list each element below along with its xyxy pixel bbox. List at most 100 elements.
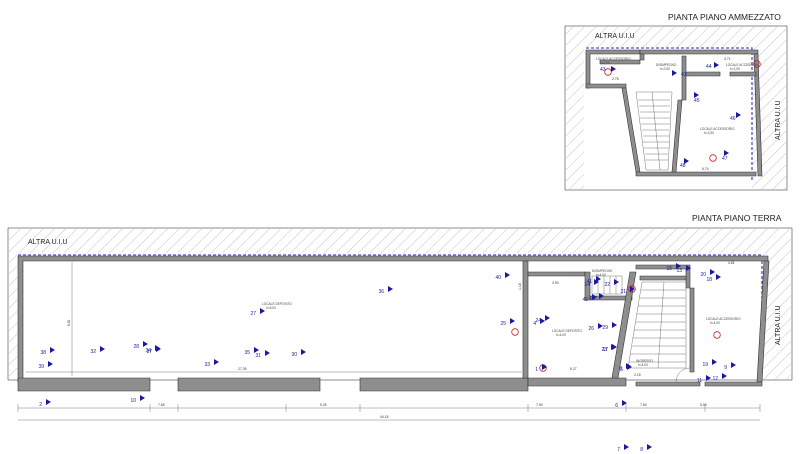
photo-point-2: 2	[39, 399, 51, 408]
photo-point-7: 7	[617, 444, 629, 453]
mezzanine-plan: PIANTA PIANO AMMEZZATO ALTRA U.I.U ALTRA…	[564, 12, 788, 191]
photo-point-label: 5	[620, 367, 623, 373]
photo-point-marker	[611, 344, 616, 350]
photo-point-label: 21	[620, 289, 626, 295]
photo-point-32: 32	[90, 346, 105, 355]
mezz-dim-c: 6.74	[702, 167, 709, 171]
ground-title: PIANTA PIANO TERRA	[692, 213, 782, 223]
ground-neighbor-side-label: ALTRA U.I.U	[775, 305, 782, 345]
photo-point-marker	[614, 279, 619, 285]
photo-point-marker	[50, 347, 55, 353]
photo-point-marker	[301, 349, 306, 355]
photo-point-label: 22	[604, 282, 610, 288]
photo-point-label: 10	[130, 398, 136, 404]
photo-point-30: 30	[291, 349, 306, 358]
photo-point-label: 35	[244, 350, 250, 356]
mezz-photo-point: 44	[706, 62, 719, 70]
mezz-photo-label: 45	[694, 98, 700, 104]
photo-point-marker	[100, 346, 105, 352]
photo-point-31: 31	[255, 350, 270, 359]
mezz-photo-label: 48	[680, 163, 686, 169]
photo-point-label: 27	[250, 311, 256, 317]
ground-neighbor-top-hatch	[9, 229, 791, 253]
photo-point-22: 22	[604, 279, 619, 288]
photo-point-marker	[505, 272, 510, 278]
mezz-photo-point: 43	[600, 66, 616, 73]
photo-point-marker	[627, 364, 632, 370]
photo-point-9: 9	[724, 362, 736, 371]
photo-point-label: 6	[615, 403, 618, 409]
photo-point-label: 7	[617, 447, 620, 453]
photo-point-12: 12	[712, 373, 727, 382]
mezz-dim-b: 3.71	[724, 57, 731, 61]
photo-point-6: 6	[615, 400, 627, 409]
mezz-room-1-sub: h=2,50	[660, 67, 670, 71]
photo-point-marker	[260, 308, 265, 314]
photo-point-label: 38	[40, 350, 46, 356]
dim-room-top: 3.90	[552, 281, 559, 285]
mezz-room-2-sub: h=2,50	[730, 67, 740, 71]
dim-small-a: 1.18	[518, 283, 522, 290]
ground-room-5-sub: h=4,00	[638, 363, 648, 367]
photo-point-label: 41	[586, 279, 592, 285]
photo-point-marker	[143, 341, 148, 347]
ground-floor-plan: PIANTA PIANO TERRA ALTRA U.I.U ALTRA U.I…	[7, 213, 793, 453]
photo-point-marker	[712, 359, 717, 365]
photo-point-label: 8	[640, 447, 643, 453]
photo-point-marker	[140, 395, 145, 401]
dim-bottom-b: 5.25	[320, 403, 327, 407]
photo-point-label: 33	[204, 362, 210, 368]
photo-point-marker	[388, 286, 393, 292]
ground-room-4-sub: h=4,00	[710, 321, 720, 325]
ground-stairs	[627, 281, 687, 369]
photo-point-label: 40	[495, 275, 501, 281]
dim-left-height: 6.81	[67, 319, 71, 326]
photo-point-label: 31	[255, 353, 261, 359]
photo-point-marker	[265, 350, 270, 356]
photo-point-marker	[214, 359, 219, 365]
photo-point-label: 2	[39, 402, 42, 408]
photo-point-label: 24	[535, 318, 541, 324]
photo-point-label: 26	[588, 326, 594, 332]
photo-point-10: 10	[130, 395, 145, 404]
photo-point-marker	[612, 322, 617, 328]
photo-point-label: 9	[724, 365, 727, 371]
photo-point-label: 25	[500, 321, 506, 327]
photo-point-label: 12	[712, 376, 718, 382]
dim-main-width: 27.39	[238, 367, 247, 371]
photo-point-25: 25	[500, 318, 515, 327]
mezz-room-3-sub: h=2,50	[704, 131, 714, 135]
ground-room-2-sub: h=4,00	[556, 333, 566, 337]
dim-bottom-c: 7.90	[536, 403, 543, 407]
dim-bottom-total: 44.18	[380, 415, 389, 419]
mezz-photo-label: 46	[730, 116, 736, 122]
dim-bottom-a: 7.65	[158, 403, 165, 407]
ground-room-3-sub: h=4,00	[596, 273, 606, 277]
photo-point-marker	[722, 373, 727, 379]
photo-point-label: 28	[133, 344, 139, 350]
photo-point-marker	[46, 399, 51, 405]
photo-point-label: 1	[535, 367, 538, 373]
mezzanine-neighbor-top-label: ALTRA U.I.U	[595, 33, 635, 40]
dim-right-width: 4.81	[728, 261, 735, 265]
photo-point-label: 29	[602, 325, 608, 331]
mezz-photo-label: 44	[706, 64, 712, 70]
photo-point-marker	[731, 362, 736, 368]
mezz-photo-label: 43	[681, 72, 687, 78]
photo-point-label: 15	[666, 266, 672, 272]
photo-point-29: 29	[602, 322, 617, 331]
photo-point-label: 37	[146, 349, 152, 355]
photo-point-marker	[710, 269, 715, 275]
mezz-photo-label: 47	[722, 156, 728, 162]
photo-point-33: 33	[204, 359, 219, 368]
photo-point-40: 40	[495, 272, 510, 281]
dim-mid-width: 5.27	[570, 367, 577, 371]
photo-point-marker	[48, 361, 53, 367]
ground-neighbor-top-label: ALTRA U.I.U	[28, 239, 68, 246]
photo-point-label: 20	[700, 272, 706, 278]
photo-point-marker	[622, 400, 627, 406]
mezzanine-neighbor-side-label: ALTRA U.I.U	[775, 100, 782, 140]
photo-point-label: 32	[90, 349, 96, 355]
mezzanine-title: PIANTA PIANO AMMEZZATO	[668, 12, 781, 22]
dim-bottom-e: 5.00	[700, 403, 707, 407]
